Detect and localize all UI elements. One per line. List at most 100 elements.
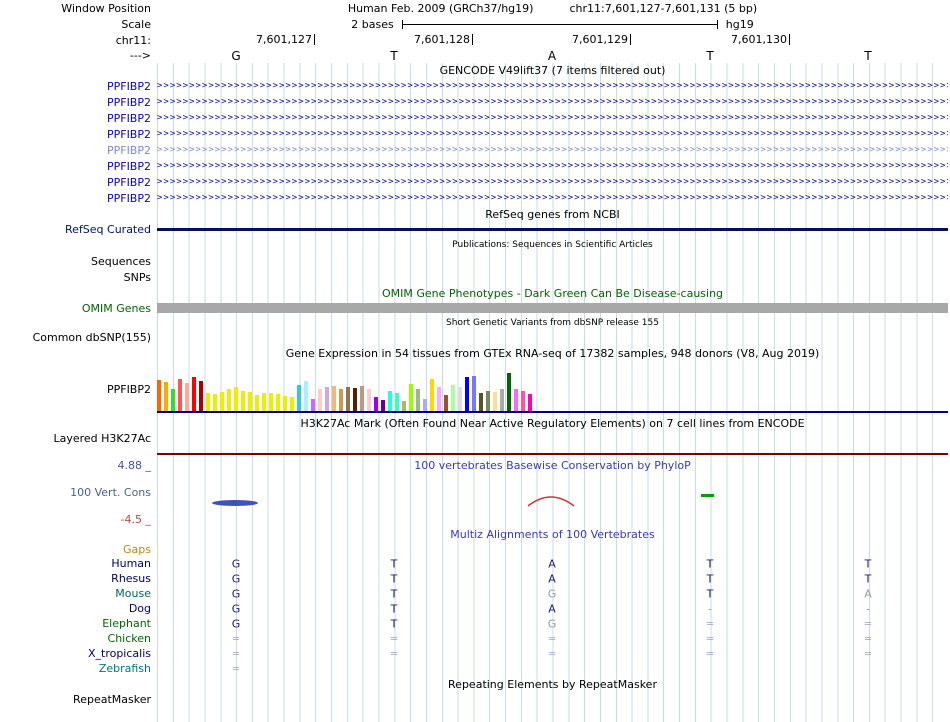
gencode-gene-label[interactable]: PPFIBP2	[107, 176, 151, 189]
species-label[interactable]: Dog	[129, 602, 151, 615]
gtex-bar[interactable]	[360, 386, 364, 411]
species-label[interactable]: Mouse	[115, 587, 151, 600]
gtex-bar[interactable]	[339, 389, 343, 411]
gaps-label[interactable]: Gaps	[123, 543, 151, 556]
gtex-bar[interactable]	[521, 391, 525, 411]
gtex-bar[interactable]	[171, 389, 175, 411]
dbsnp-label[interactable]: Common dbSNP(155)	[33, 331, 151, 344]
gencode-gene-label[interactable]: PPFIBP2	[107, 112, 151, 125]
gtex-bar[interactable]	[465, 377, 469, 411]
gtex-bar[interactable]	[472, 376, 476, 411]
gtex-bar[interactable]	[241, 391, 245, 411]
gtex-bar[interactable]	[220, 392, 224, 411]
gtex-bar[interactable]	[269, 393, 273, 411]
gtex-bar[interactable]	[458, 387, 462, 411]
gtex-bar[interactable]	[318, 389, 322, 411]
sequences-label[interactable]: Sequences	[91, 255, 151, 268]
gtex-bar[interactable]	[451, 385, 455, 411]
refseq-curated-label[interactable]: RefSeq Curated	[65, 223, 151, 236]
refseq-curated-item[interactable]	[157, 228, 948, 231]
transcript-arrow-line[interactable]: >>>>>>>>>>>>>>>>>>>>>>>>>>>>>>>>>>>>>>>>…	[157, 174, 948, 190]
gencode-gene-label[interactable]: PPFIBP2	[107, 96, 151, 109]
transcript-arrow-line[interactable]: >>>>>>>>>>>>>>>>>>>>>>>>>>>>>>>>>>>>>>>>…	[157, 158, 948, 174]
gtex-bar[interactable]	[409, 384, 413, 411]
h3k27ac-signal-baseline[interactable]	[157, 453, 948, 455]
conservation-mark-positive[interactable]	[212, 500, 258, 506]
gtex-bar[interactable]	[388, 391, 392, 411]
gtex-bar[interactable]	[178, 379, 182, 411]
gtex-gene-label[interactable]: PPFIBP2	[107, 383, 151, 396]
snps-label[interactable]: SNPs	[124, 271, 151, 284]
repeatmasker-label[interactable]: RepeatMasker	[73, 693, 151, 706]
gtex-bar[interactable]	[332, 386, 336, 411]
gtex-bar[interactable]	[528, 394, 532, 411]
species-alignment-row: Zebrafish =	[0, 661, 950, 676]
gtex-bar[interactable]	[234, 387, 238, 411]
gtex-bar[interactable]	[423, 399, 427, 411]
species-label[interactable]: X_tropicalis	[88, 647, 151, 660]
gtex-bar[interactable]	[206, 393, 210, 411]
gencode-gene-label[interactable]: PPFIBP2	[107, 128, 151, 141]
gtex-bar[interactable]	[374, 397, 378, 411]
gtex-bar[interactable]	[199, 381, 203, 411]
transcript-arrow-line[interactable]: >>>>>>>>>>>>>>>>>>>>>>>>>>>>>>>>>>>>>>>>…	[157, 110, 948, 126]
gtex-bar[interactable]	[227, 389, 231, 411]
gtex-bar[interactable]	[493, 392, 497, 411]
gtex-bar[interactable]	[500, 389, 504, 411]
species-label[interactable]: Human	[111, 557, 151, 570]
species-alignment-row: Human G T A T T	[0, 556, 950, 571]
gtex-bar[interactable]	[192, 377, 196, 411]
h3k27ac-label[interactable]: Layered H3K27Ac	[53, 432, 151, 445]
gtex-bar[interactable]	[325, 387, 329, 411]
gtex-bar[interactable]	[430, 379, 434, 411]
species-label[interactable]: Zebrafish	[99, 662, 151, 675]
gtex-bar[interactable]	[262, 393, 266, 411]
gtex-bar[interactable]	[444, 395, 448, 411]
conservation-label[interactable]: 100 Vert. Cons	[70, 486, 151, 499]
transcript-arrow-line[interactable]: >>>>>>>>>>>>>>>>>>>>>>>>>>>>>>>>>>>>>>>>…	[157, 190, 948, 206]
gtex-bar[interactable]	[381, 400, 385, 411]
gtex-bar[interactable]	[311, 399, 315, 411]
gtex-bar[interactable]	[346, 387, 350, 411]
transcript-arrow-line[interactable]: >>>>>>>>>>>>>>>>>>>>>>>>>>>>>>>>>>>>>>>>…	[157, 142, 948, 158]
gtex-bar[interactable]	[486, 391, 490, 411]
gtex-bar[interactable]	[437, 387, 441, 411]
gencode-gene-label[interactable]: PPFIBP2	[107, 144, 151, 157]
gtex-bar[interactable]	[367, 389, 371, 411]
gtex-bar[interactable]	[402, 401, 406, 411]
gtex-bar[interactable]	[479, 393, 483, 411]
gtex-bar[interactable]	[185, 383, 189, 411]
gtex-bar[interactable]	[514, 389, 518, 411]
transcript-arrow-line[interactable]: >>>>>>>>>>>>>>>>>>>>>>>>>>>>>>>>>>>>>>>>…	[157, 94, 948, 110]
gtex-baseline	[157, 411, 948, 413]
gencode-gene-label[interactable]: PPFIBP2	[107, 160, 151, 173]
gtex-bar[interactable]	[164, 382, 168, 411]
gtex-bar[interactable]	[276, 394, 280, 411]
species-label[interactable]: Chicken	[108, 632, 151, 645]
omim-gene-item[interactable]	[157, 303, 948, 313]
conservation-header: 100 vertebrates Basewise Conservation by…	[414, 458, 691, 472]
gtex-bar[interactable]	[395, 393, 399, 411]
gtex-bar[interactable]	[304, 381, 308, 411]
gtex-bar[interactable]	[416, 389, 420, 411]
gtex-bar[interactable]	[157, 380, 161, 411]
gtex-bar[interactable]	[255, 395, 259, 411]
gtex-bar[interactable]	[290, 397, 294, 411]
transcript-arrow-line[interactable]: >>>>>>>>>>>>>>>>>>>>>>>>>>>>>>>>>>>>>>>>…	[157, 78, 948, 94]
gtex-bar[interactable]	[248, 392, 252, 411]
gtex-bar[interactable]	[353, 388, 357, 411]
h3k27ac-header-row: H3K27Ac Mark (Often Found Near Active Re…	[0, 416, 950, 430]
gencode-gene-label[interactable]: PPFIBP2	[107, 80, 151, 93]
conservation-mark-negative[interactable]	[526, 494, 576, 508]
gtex-bar[interactable]	[507, 373, 511, 411]
alignment-base: =	[863, 633, 873, 644]
species-label[interactable]: Rhesus	[111, 572, 151, 585]
conservation-mark-small[interactable]	[701, 494, 714, 497]
transcript-arrow-line[interactable]: >>>>>>>>>>>>>>>>>>>>>>>>>>>>>>>>>>>>>>>>…	[157, 126, 948, 142]
gtex-bar[interactable]	[213, 394, 217, 411]
gtex-bar[interactable]	[283, 396, 287, 411]
species-label[interactable]: Elephant	[102, 617, 151, 630]
omim-genes-label[interactable]: OMIM Genes	[82, 302, 151, 315]
gtex-bar[interactable]	[297, 385, 301, 411]
gencode-gene-label[interactable]: PPFIBP2	[107, 192, 151, 205]
